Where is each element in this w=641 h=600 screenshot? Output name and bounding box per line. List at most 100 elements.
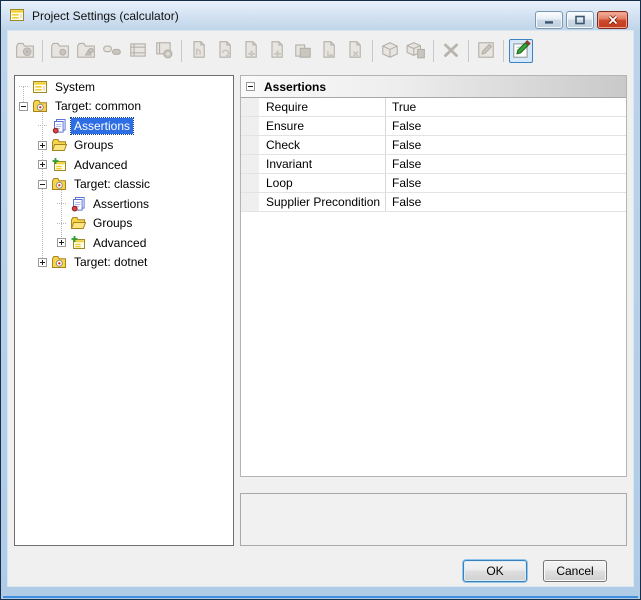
project-settings-window: Project Settings (calculator) System Targ… (0, 0, 641, 600)
cancel-button[interactable]: Cancel (543, 560, 607, 582)
toolbar-separator (372, 40, 373, 62)
edit-pencil-icon (511, 40, 531, 63)
page-h-icon (189, 40, 209, 63)
target-icon (51, 176, 67, 192)
property-row[interactable]: Ensure False (241, 117, 626, 136)
section-title: Assertions (264, 80, 326, 94)
titlebar[interactable]: Project Settings (calculator) (1, 1, 640, 31)
folder-target-icon (15, 40, 35, 63)
tree-item-assertions[interactable]: Assertions (15, 116, 233, 136)
page-task-button (343, 39, 367, 63)
tree-connector-stub (57, 203, 66, 204)
tree-item-advanced[interactable]: Advanced (15, 233, 233, 253)
target-icon (51, 254, 67, 270)
delete-icon (441, 40, 461, 63)
collapse-icon[interactable] (246, 82, 255, 91)
property-row[interactable]: Invariant False (241, 155, 626, 174)
folder-icon (51, 137, 67, 153)
new-assembly-button (378, 39, 402, 63)
collapse-icon[interactable] (38, 180, 47, 189)
new-task-button (265, 39, 289, 63)
maximize-button[interactable] (566, 11, 594, 29)
pages-copy-icon (293, 40, 313, 63)
toolbar-separator (181, 40, 182, 62)
property-value[interactable]: True (386, 98, 626, 116)
property-name: Supplier Precondition (259, 193, 386, 211)
tree-item-target-classic[interactable]: Target: classic (15, 175, 233, 195)
edit-disabled-button (474, 39, 498, 63)
tree-item-label: Advanced (71, 157, 130, 173)
box-icon (380, 40, 400, 63)
toolbar-separator (433, 40, 434, 62)
tree-item-label: Assertions (90, 196, 152, 212)
property-value[interactable]: False (386, 136, 626, 154)
property-name: Require (259, 98, 386, 116)
property-value[interactable]: False (386, 117, 626, 135)
property-value[interactable]: False (386, 155, 626, 173)
tree-item-groups[interactable]: Groups (15, 136, 233, 156)
settings-tree: SystemTarget: commonAssertionsGroupsAdva… (15, 76, 233, 545)
description-panel (240, 493, 627, 546)
new-target-button (13, 39, 37, 63)
tree-item-system[interactable]: System (15, 77, 233, 97)
page-x-icon (345, 40, 365, 63)
minimize-icon (543, 14, 555, 26)
tree-item-label: Advanced (90, 235, 149, 251)
expand-icon[interactable] (38, 258, 47, 267)
copy-pages-button (291, 39, 315, 63)
property-name: Loop (259, 174, 386, 192)
variable-icon (102, 40, 122, 63)
minimize-button[interactable] (535, 11, 563, 29)
new-assembly-ref-button (404, 39, 428, 63)
tree-item-advanced[interactable]: Advanced (15, 155, 233, 175)
tree-item-label: Target: dotnet (71, 254, 150, 270)
edit-gray-icon (476, 40, 496, 63)
maximize-icon (574, 14, 586, 26)
page-plus-icon (241, 40, 261, 63)
expand-icon[interactable] (38, 160, 47, 169)
remove-button (439, 39, 463, 63)
toolbar-separator (468, 40, 469, 62)
window-icon (9, 7, 25, 26)
property-value[interactable]: False (386, 174, 626, 192)
tree-connector-stub (38, 125, 47, 126)
tree-item-label: System (52, 79, 98, 95)
toolbar-separator (503, 40, 504, 62)
page-plus2-icon (267, 40, 287, 63)
property-name: Ensure (259, 117, 386, 135)
library-gear-icon (154, 40, 174, 63)
property-row[interactable]: Check False (241, 136, 626, 155)
expand-icon[interactable] (38, 141, 47, 150)
new-override-button (74, 39, 98, 63)
property-value[interactable]: False (386, 193, 626, 211)
ok-button[interactable]: OK (463, 560, 527, 582)
advanced-icon (70, 235, 86, 251)
new-external-button (213, 39, 237, 63)
property-name: Invariant (259, 155, 386, 173)
tree-item-label: Groups (71, 137, 116, 153)
property-row[interactable]: Loop False (241, 174, 626, 193)
property-row[interactable]: Require True (241, 98, 626, 117)
advanced-icon (51, 157, 67, 173)
close-button[interactable] (597, 11, 628, 29)
properties-section-header[interactable]: Assertions (241, 76, 626, 98)
tree-connector-stub (57, 223, 66, 224)
tree-connector-stub (19, 86, 28, 87)
new-cluster-button (48, 39, 72, 63)
expand-icon[interactable] (57, 238, 66, 247)
page-arrow-button (317, 39, 341, 63)
folder-dot-icon (50, 40, 70, 63)
tree-item-groups[interactable]: Groups (15, 214, 233, 234)
tree-item-target-common[interactable]: Target: common (15, 97, 233, 117)
tree-item-assertions[interactable]: Assertions (15, 194, 233, 214)
assertions-icon (51, 118, 67, 134)
properties-panel: Assertions Require TrueEnsure FalseCheck… (240, 75, 627, 477)
tree-item-label: Assertions (71, 118, 133, 134)
box-page-icon (406, 40, 426, 63)
settings-tree-panel: SystemTarget: commonAssertionsGroupsAdva… (14, 75, 234, 546)
property-row[interactable]: Supplier Precondition False (241, 193, 626, 212)
tree-item-target-dotnet[interactable]: Target: dotnet (15, 253, 233, 273)
collapse-icon[interactable] (19, 102, 28, 111)
manual-edit-button[interactable] (509, 39, 533, 63)
new-variable-button (100, 39, 124, 63)
